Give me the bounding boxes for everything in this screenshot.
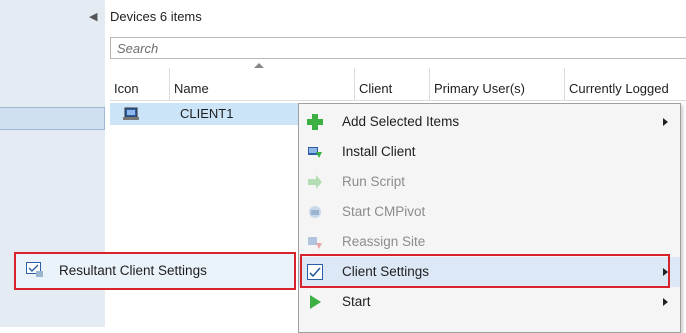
nav-selected-node[interactable] [0, 107, 105, 130]
plus-icon [307, 114, 323, 130]
column-header-icon[interactable]: Icon [110, 68, 170, 100]
column-label: Name [174, 81, 209, 96]
play-icon [307, 294, 323, 310]
search-input[interactable]: Search [110, 37, 686, 59]
context-menu: Add Selected Items Install Client Run Sc… [298, 103, 681, 333]
menu-item-reassign-site[interactable]: Reassign Site [299, 227, 680, 257]
column-label: Primary User(s) [434, 81, 525, 96]
device-name: CLIENT1 [180, 106, 234, 121]
menu-item-label: Run Script [342, 174, 406, 189]
chevron-left-icon[interactable]: ◀ [89, 10, 97, 23]
menu-item-install-client[interactable]: Install Client [299, 137, 680, 167]
menu-item-label: Add Selected Items [342, 114, 460, 129]
column-header-client[interactable]: Client [355, 68, 430, 100]
column-label: Icon [114, 81, 139, 96]
menu-item-label: Install Client [342, 144, 416, 159]
menu-item-label: Start CMPivot [342, 204, 426, 219]
column-label: Client [359, 81, 393, 96]
install-client-icon [307, 144, 323, 160]
column-header-primary-users[interactable]: Primary User(s) [430, 68, 565, 100]
menu-item-label: Start [342, 294, 371, 309]
reassign-site-icon [307, 234, 323, 250]
table-row[interactable]: CLIENT1 [110, 103, 300, 125]
column-header-currently-logged[interactable]: Currently Logged [565, 68, 686, 100]
search-placeholder: Search [117, 41, 159, 56]
submenu-arrow-icon [663, 118, 668, 126]
client-settings-highlight [300, 254, 670, 288]
cmpivot-icon [307, 204, 323, 220]
column-header-name[interactable]: Name [170, 68, 355, 100]
menu-item-start[interactable]: Start [299, 287, 680, 317]
resultant-settings-highlight [14, 252, 296, 290]
menu-item-run-script[interactable]: Run Script [299, 167, 680, 197]
header-divider [110, 100, 686, 101]
menu-item-add-selected-items[interactable]: Add Selected Items [299, 107, 680, 137]
submenu-arrow-icon [663, 298, 668, 306]
page-title: Devices 6 items [110, 9, 202, 24]
run-script-arrow-icon [307, 174, 323, 190]
menu-item-start-cmpivot[interactable]: Start CMPivot [299, 197, 680, 227]
computer-icon [122, 107, 140, 124]
sort-ascending-icon [254, 63, 264, 68]
column-label: Currently Logged [569, 81, 669, 96]
menu-item-label: Reassign Site [342, 234, 426, 249]
